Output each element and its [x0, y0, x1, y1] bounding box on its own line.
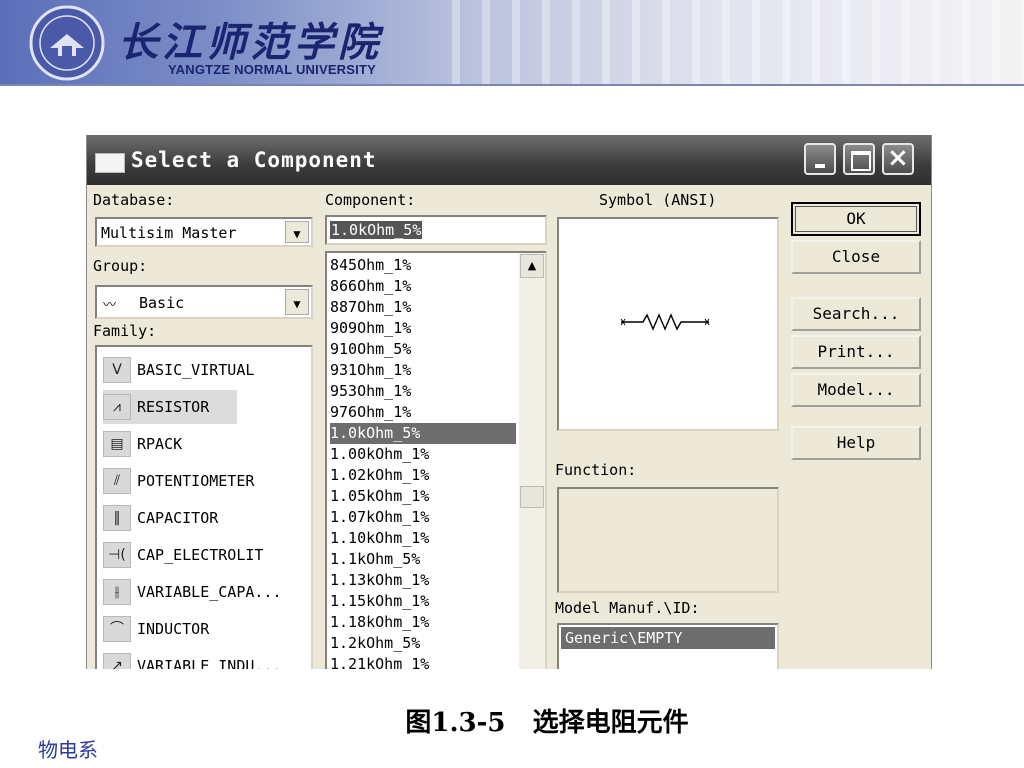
banner-stripes [430, 0, 1024, 86]
list-item[interactable]: 1.13kOhm_1% [330, 570, 516, 591]
chevron-down-icon[interactable]: ▼ [285, 289, 309, 315]
family-item-label: POTENTIOMETER [137, 472, 255, 490]
potentiometer-icon: ⫽ [103, 468, 131, 494]
list-item[interactable]: 887Ohm_1% [330, 297, 516, 318]
group-label: Group: [93, 257, 148, 275]
list-item[interactable]: 1.15kOhm_1% [330, 591, 516, 612]
banner-divider [0, 84, 1024, 86]
family-item-label: BASIC_VIRTUAL [137, 361, 255, 379]
list-item[interactable]: 910Ohm_5% [330, 339, 516, 360]
list-item[interactable]: 1.21kOhm_1% [330, 654, 516, 669]
scrollbar-thumb[interactable] [520, 486, 544, 508]
list-item[interactable]: 1.18kOhm_1% [330, 612, 516, 633]
component-label: Component: [325, 191, 416, 209]
family-item-variable-capacitor[interactable]: ⫲ VARIABLE_CAPA... [103, 575, 282, 609]
component-list[interactable]: 845Ohm_1% 866Ohm_1% 887Ohm_1% 909Ohm_1% … [325, 251, 547, 669]
list-item[interactable]: 1.1kOhm_5% [330, 549, 516, 570]
help-button[interactable]: Help [791, 426, 921, 460]
dialog-title: Select a Component [131, 148, 377, 172]
figure-title: 选择电阻元件 [532, 708, 689, 738]
family-item-potentiometer[interactable]: ⫽ POTENTIOMETER [103, 464, 254, 498]
family-item-inductor[interactable]: ⌒ INDUCTOR [103, 612, 209, 646]
list-item[interactable]: 1.2kOhm_5% [330, 633, 516, 654]
basic-virtual-icon: V [103, 357, 131, 383]
family-item-label: VARIABLE_INDU... [137, 657, 282, 669]
variable-inductor-icon: ↗ [103, 653, 131, 669]
family-item-label: INDUCTOR [137, 620, 210, 638]
select-component-dialog: Select a Component × Database: Multisim … [86, 135, 932, 669]
family-item-label: RPACK [137, 435, 183, 453]
minimize-button[interactable] [804, 143, 836, 175]
family-label: Family: [93, 322, 157, 340]
list-item[interactable]: 1.00kOhm_1% [330, 444, 516, 465]
minimize-icon [815, 164, 825, 168]
list-item[interactable]: 909Ohm_1% [330, 318, 516, 339]
close-icon: × [887, 143, 909, 173]
header-banner: 长江师范学院 YANGTZE NORMAL UNIVERSITY [0, 0, 1024, 86]
database-label: Database: [93, 191, 175, 209]
chevron-down-icon[interactable]: ▼ [285, 221, 309, 243]
university-name-cn: 长江师范学院 [118, 19, 382, 66]
symbol-label: Symbol (ANSI) [599, 191, 717, 209]
search-button[interactable]: Search... [791, 297, 921, 331]
database-value: Multisim Master [101, 224, 237, 242]
list-item[interactable]: 931Ohm_1% [330, 360, 516, 381]
family-item-label: RESISTOR [137, 398, 210, 416]
family-item-label: CAPACITOR [137, 509, 219, 527]
family-item-label: CAP_ELECTROLIT [137, 546, 264, 564]
family-item-basic-virtual[interactable]: V BASIC_VIRTUAL [103, 353, 254, 387]
family-item-rpack[interactable]: ▤ RPACK [103, 427, 182, 461]
variable-capacitor-icon: ⫲ [103, 579, 131, 605]
basic-group-icon: 〰 [103, 298, 117, 313]
chevron-up-icon[interactable]: ▲ [520, 254, 544, 278]
close-window-button[interactable]: × [882, 143, 914, 175]
print-button[interactable]: Print... [791, 335, 921, 369]
family-item-label: VARIABLE_CAPA... [137, 583, 282, 601]
ok-button[interactable]: OK [791, 202, 921, 236]
resistor-symbol-icon [620, 313, 710, 331]
close-button[interactable]: Close [791, 240, 921, 274]
family-item-capacitor[interactable]: ‖ CAPACITOR [103, 501, 218, 535]
component-list-scrollbar[interactable]: ▲ [519, 253, 545, 669]
component-input-value: 1.0kOhm_5% [330, 221, 423, 239]
family-list[interactable]: V BASIC_VIRTUAL ⩘ RESISTOR ▤ RPACK ⫽ POT… [95, 345, 313, 669]
maximize-button[interactable] [843, 143, 875, 175]
dialog-titlebar[interactable]: Select a Component × [87, 135, 931, 185]
capacitor-icon: ‖ [103, 505, 131, 531]
list-item[interactable]: 1.07kOhm_1% [330, 507, 516, 528]
family-item-variable-inductor[interactable]: ↗ VARIABLE_INDU... [103, 649, 282, 669]
cap-electrolit-icon: ⊣( [103, 542, 131, 568]
family-item-cap-electrolit[interactable]: ⊣( CAP_ELECTROLIT [103, 538, 263, 572]
database-select[interactable]: Multisim Master ▼ [95, 217, 313, 247]
university-name-en: YANGTZE NORMAL UNIVERSITY [168, 62, 376, 77]
symbol-preview [557, 217, 779, 431]
list-item-selected[interactable]: 1.0kOhm_5% [330, 423, 516, 444]
function-box [557, 487, 779, 593]
model-manuf-label: Model Manuf.\ID: [555, 599, 700, 617]
maximize-icon [851, 151, 871, 171]
family-item-resistor[interactable]: ⩘ RESISTOR [103, 390, 237, 424]
model-manuf-value[interactable]: Generic\EMPTY [561, 627, 775, 649]
rpack-icon: ▤ [103, 431, 131, 457]
component-input[interactable]: 1.0kOhm_5% [325, 215, 547, 245]
list-item[interactable]: 1.05kOhm_1% [330, 486, 516, 507]
inductor-icon: ⌒ [103, 616, 131, 642]
figure-caption: 图1.3-5 选择电阻元件 [0, 702, 1024, 739]
function-label: Function: [555, 461, 637, 479]
window-icon [95, 153, 125, 173]
model-button[interactable]: Model... [791, 373, 921, 407]
university-seal-icon [29, 5, 105, 81]
resistor-icon: ⩘ [103, 394, 131, 420]
list-item[interactable]: 866Ohm_1% [330, 276, 516, 297]
list-item[interactable]: 1.02kOhm_1% [330, 465, 516, 486]
figure-number: 图1.3-5 [405, 708, 506, 738]
group-value: Basic [139, 294, 185, 312]
department-footer: 物电系 [38, 738, 98, 762]
list-item[interactable]: 1.10kOhm_1% [330, 528, 516, 549]
list-item[interactable]: 976Ohm_1% [330, 402, 516, 423]
group-select[interactable]: 〰 Basic ▼ [95, 285, 313, 319]
model-manuf-list[interactable]: Generic\EMPTY [557, 623, 779, 669]
list-item[interactable]: 845Ohm_1% [330, 255, 516, 276]
list-item[interactable]: 953Ohm_1% [330, 381, 516, 402]
